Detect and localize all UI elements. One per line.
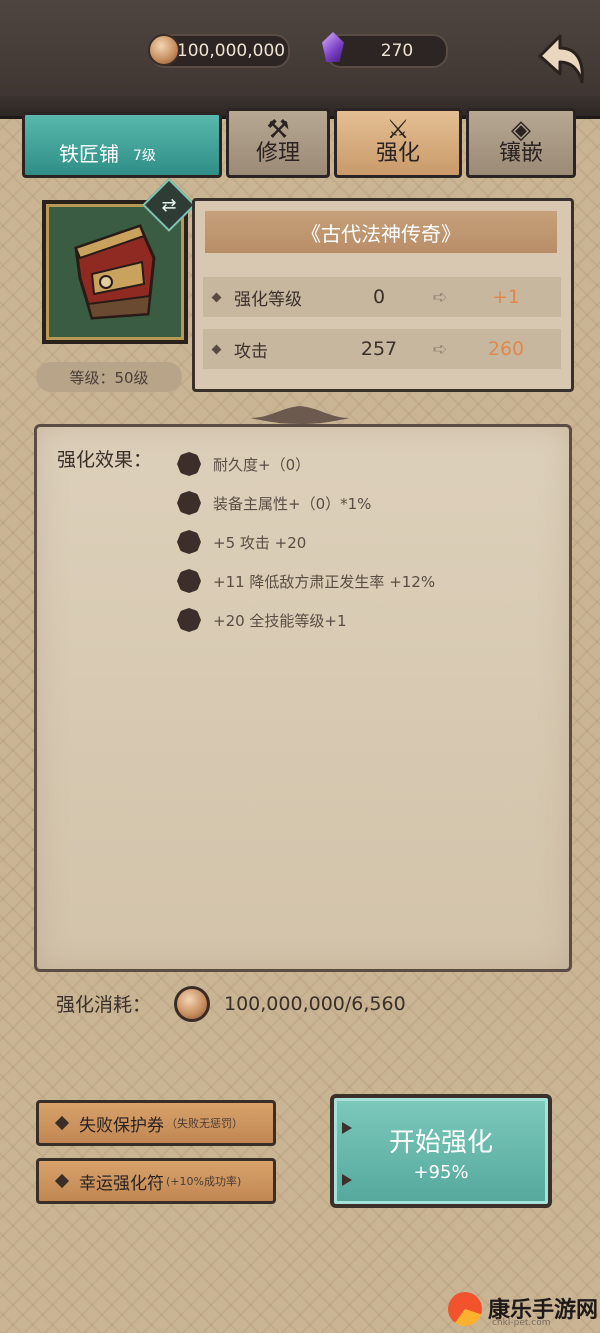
bracer-item-icon [74,224,156,320]
coin-icon [174,986,210,1022]
gem-setting-icon: ◈ [511,115,531,145]
enhance-effect-panel: 强化效果： 耐久度+（0） 装备主属性+（0）*1% +5 攻击 +20 +11… [34,424,572,972]
lock-badge-icon [177,491,201,515]
item-level-tag: 等级：50级 [36,362,182,392]
site-watermark: 康乐手游网 chkl-pet.com [448,1290,600,1333]
watermark-logo-icon [448,1292,482,1326]
protect-sublabel: （失败无惩罚） [166,1117,243,1130]
back-arrow-icon[interactable] [536,30,588,90]
tab-inlay[interactable]: ◈ 镶嵌 [466,108,576,178]
tab-repair[interactable]: ⚒ 修理 [226,108,330,178]
failure-protection-button[interactable]: 失败保护券 （失败无惩罚） [36,1100,276,1146]
top-bar: 100,000,000 270 [0,0,600,119]
stat-next: 260 [487,338,525,360]
tab-blacksmith[interactable]: 铁匠铺 7级 [22,112,222,178]
effect-text: +11 降低敌方肃正发生率 +12% [213,572,436,591]
effect-text: 耐久度+（0） [213,455,311,474]
watermark-url: chkl-pet.com [492,1318,551,1328]
lock-badge-icon [177,569,201,593]
lock-badge-icon [177,530,201,554]
effect-text: 装备主属性+（0）*1% [213,494,372,513]
effect-item: 耐久度+（0） [177,449,310,479]
stat-current: 257 [360,338,398,360]
lucky-charm-button[interactable]: 幸运强化符 (+10%成功率) [36,1158,276,1204]
effect-title: 强化效果： [57,449,153,471]
stat-label: 强化等级 [234,289,302,310]
stat-row-attack: 攻击 257 ➪ 260 [203,329,561,369]
stat-next: +1 [491,286,520,308]
protect-label: 失败保护券 [79,1115,164,1136]
effect-item: +20 全技能等级+1 [177,605,347,635]
bullet-diamond-icon [54,1173,70,1189]
bullet-diamond-icon [211,344,222,354]
stat-current: 0 [372,286,386,308]
item-name: 《古代法神传奇》 [205,211,557,253]
tab-enhance[interactable]: ⚔ 强化 [334,108,462,178]
cost-value: 100,000,000/6,560 [224,993,406,1015]
lucky-label: 幸运强化符 [79,1173,164,1194]
arrow-right-icon: ➪ [432,286,448,308]
cost-label: 强化消耗： [56,994,152,1016]
lucky-sublabel: (+10%成功率) [166,1175,242,1188]
swap-icon: ⇄ [161,194,177,216]
success-rate: +95% [413,1162,469,1183]
panel-ornament-icon [250,406,350,424]
lock-badge-icon [177,452,201,476]
start-enhance-button[interactable]: 开始强化 +95% [330,1094,552,1208]
gem-counter: 270 [326,34,448,68]
arrow-right-icon: ➪ [432,338,448,360]
stat-panel: 《古代法神传奇》 强化等级 0 ➪ +1 攻击 257 ➪ 260 [192,198,574,392]
effect-item: +11 降低敌方肃正发生率 +12% [177,566,435,596]
stat-label: 攻击 [234,341,268,362]
effect-item: +5 攻击 +20 [177,527,306,557]
blacksmith-label: 铁匠铺 [59,142,119,166]
hammer-icon: ⚒ [266,115,290,145]
stat-row-enhance-level: 强化等级 0 ➪ +1 [203,277,561,317]
effect-item: 装备主属性+（0）*1% [177,488,371,518]
coin-icon [148,34,180,66]
winged-sword-icon: ⚔ [386,115,410,145]
bullet-diamond-icon [54,1115,70,1131]
start-enhance-label: 开始强化 [388,1128,493,1158]
effect-text: +20 全技能等级+1 [213,611,347,630]
effect-text: +5 攻击 +20 [213,533,307,552]
bullet-diamond-icon [211,292,222,302]
blacksmith-level: 7级 [133,148,156,164]
gem-amount: 270 [380,41,414,61]
lock-badge-icon [177,608,201,632]
coin-amount: 100,000,000 [176,41,286,61]
